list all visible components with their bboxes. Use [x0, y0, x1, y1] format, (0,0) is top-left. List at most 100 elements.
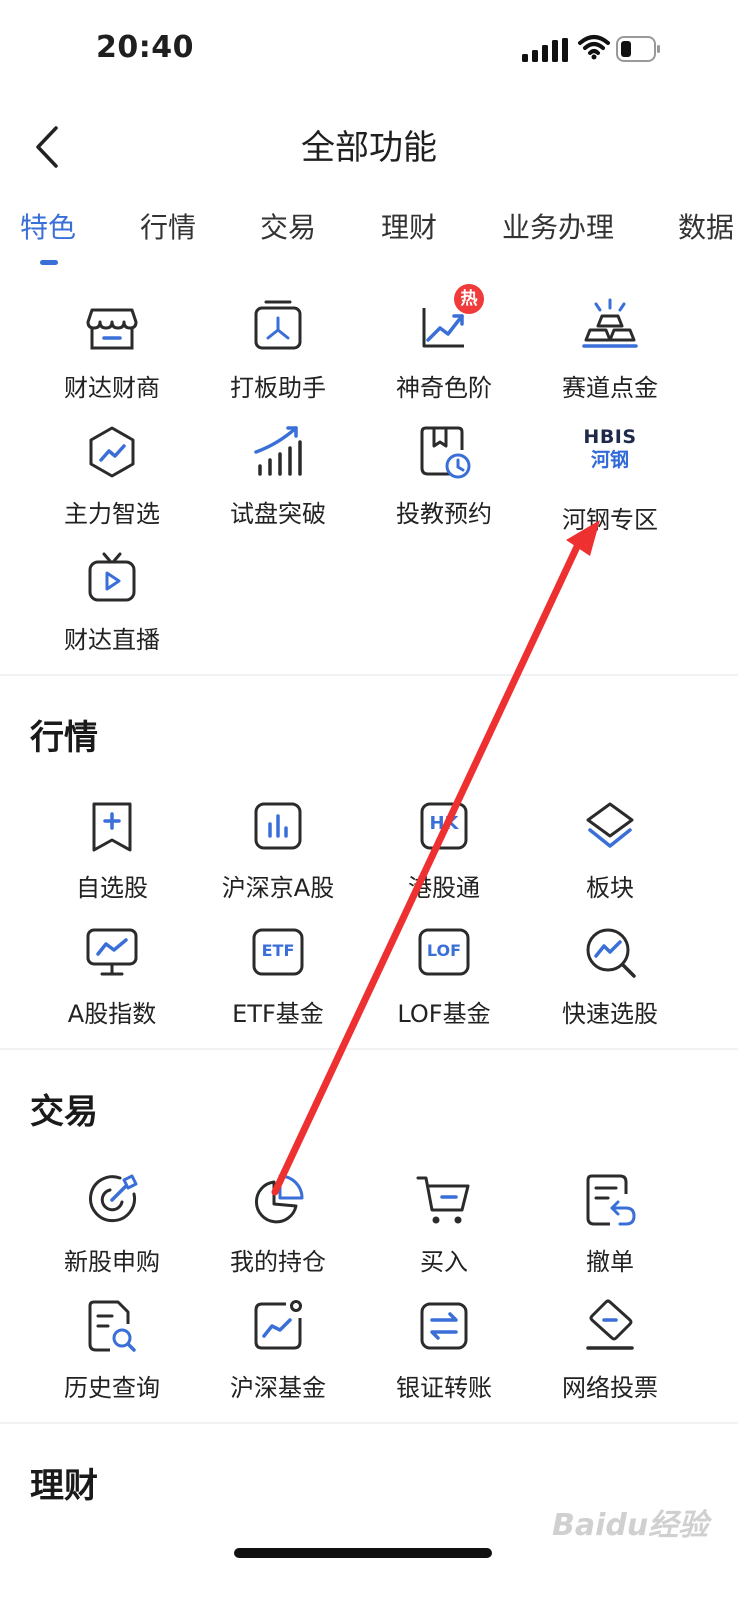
ipo-target-icon [89, 1174, 138, 1223]
status-time: 20:40 [96, 30, 194, 65]
vote-tag-icon [586, 1299, 634, 1350]
hk-icon: HK [414, 796, 474, 856]
tab-market[interactable]: 行情 [140, 206, 196, 246]
cart-icon [416, 1176, 470, 1224]
market-item-etf[interactable]: ETF ETF基金 [193, 922, 363, 1029]
trade-label: 我的持仓 [230, 1248, 326, 1276]
section-title-trade: 交易 [30, 1092, 98, 1132]
trade-label: 新股申购 [64, 1248, 160, 1276]
tab-finance[interactable]: 理财 [381, 206, 437, 246]
etf-icon: ETF [248, 922, 308, 982]
market-item-a-shares[interactable]: 沪深京A股 [193, 796, 363, 903]
document-undo-icon [586, 1174, 636, 1226]
market-label: A股指数 [67, 1000, 157, 1028]
trade-label: 撤单 [586, 1248, 634, 1276]
feature-label: 试盘突破 [230, 500, 326, 528]
feature-item-shipan-tupo[interactable]: 试盘突破 [193, 422, 363, 529]
tab-featured[interactable]: 特色 [20, 206, 76, 246]
tab-data[interactable]: 数据 [678, 206, 734, 246]
feature-item-caida-zhibo[interactable]: 财达直播 [27, 548, 197, 655]
trade-item-ipo[interactable]: 新股申购 [27, 1170, 197, 1277]
market-item-sectors[interactable]: 板块 [525, 796, 695, 903]
hbis-logo-text: HBIS [583, 426, 637, 448]
market-label: LOF基金 [397, 1000, 491, 1028]
market-item-watchlist[interactable]: 自选股 [27, 796, 197, 903]
status-bar: 20:40 [0, 0, 738, 100]
category-tabs: 特色 行情 交易 理财 业务办理 数据 [0, 196, 738, 276]
market-item-quick-screen[interactable]: 快速选股 [525, 922, 695, 1029]
document-search-icon [88, 1300, 136, 1352]
hk-icon-text: HK [429, 813, 459, 834]
gold-bar-icon [582, 298, 638, 348]
cellular-signal-icon [522, 38, 568, 62]
watermark: Baidu经验 [552, 1508, 709, 1543]
board-helper-icon [254, 300, 302, 350]
feature-item-hegang-zhuanqu[interactable]: HBIS 河钢 河钢专区 [525, 422, 695, 535]
trade-item-bank-transfer[interactable]: 银证转账 [359, 1296, 529, 1403]
active-tab-indicator [40, 260, 58, 265]
section-divider [0, 674, 738, 676]
market-label: 板块 [586, 874, 634, 902]
etf-icon-text: ETF [261, 941, 295, 960]
trade-label: 网络投票 [562, 1374, 658, 1402]
wifi-icon [578, 35, 610, 60]
trade-item-buy[interactable]: 买入 [359, 1170, 529, 1277]
fund-chart-icon [254, 1300, 302, 1350]
bar-chart-icon [254, 802, 302, 850]
trade-item-positions[interactable]: 我的持仓 [193, 1170, 363, 1277]
tab-trade[interactable]: 交易 [260, 206, 316, 246]
feature-item-caida-caishang[interactable]: 财达财商 [27, 296, 197, 403]
feature-label: 河钢专区 [562, 506, 658, 534]
trade-item-online-vote[interactable]: 网络投票 [525, 1296, 695, 1403]
feature-item-daban-zhushou[interactable]: 打板助手 [193, 296, 363, 403]
trade-item-cancel-order[interactable]: 撤单 [525, 1170, 695, 1277]
lof-icon-text: LOF [426, 941, 462, 960]
feature-item-toujiao-yuyue[interactable]: 投教预约 [359, 422, 529, 529]
bookmark-plus-icon [92, 802, 132, 852]
bar-growth-icon [254, 426, 302, 476]
market-label: 自选股 [76, 874, 148, 902]
monitor-chart-icon [86, 928, 138, 976]
feature-label: 主力智选 [64, 500, 160, 528]
trade-item-history[interactable]: 历史查询 [27, 1296, 197, 1403]
trade-label: 银证转账 [396, 1374, 492, 1402]
trade-label: 历史查询 [64, 1374, 160, 1402]
book-clock-icon [420, 426, 471, 479]
page-title: 全部功能 [301, 128, 437, 168]
hbis-logo-icon: HBIS 河钢 [580, 428, 640, 488]
trend-chart-wrapper: 热 [414, 284, 484, 356]
feature-label: 打板助手 [230, 374, 326, 402]
section-divider [0, 1048, 738, 1050]
trade-label: 沪深基金 [230, 1374, 326, 1402]
market-item-hk-connect[interactable]: HK 港股通 [359, 796, 529, 903]
section-title-market: 行情 [30, 718, 98, 758]
hbis-logo-sub: 河钢 [590, 449, 629, 471]
hot-badge: 热 [454, 284, 484, 314]
market-label: 沪深京A股 [221, 874, 335, 902]
market-label: 快速选股 [562, 1000, 658, 1028]
transfer-icon [420, 1302, 468, 1350]
trade-item-fund[interactable]: 沪深基金 [193, 1296, 363, 1403]
navigation-bar: 全部功能 [0, 110, 738, 180]
tv-play-icon [88, 552, 136, 602]
lof-icon: LOF [414, 922, 474, 982]
market-item-lof[interactable]: LOF LOF基金 [359, 922, 529, 1029]
tab-business[interactable]: 业务办理 [502, 206, 614, 246]
feature-label: 投教预约 [396, 500, 492, 528]
feature-item-shenqi-sejie[interactable]: 热 神奇色阶 [359, 284, 529, 403]
trade-label: 买入 [420, 1248, 468, 1276]
feature-item-zhuli-zhixuan[interactable]: 主力智选 [27, 422, 197, 529]
home-indicator [234, 1548, 492, 1558]
market-label: 港股通 [408, 874, 480, 902]
section-title-finance: 理财 [30, 1466, 98, 1506]
feature-label: 财达财商 [64, 374, 160, 402]
layers-icon [586, 802, 634, 848]
feature-label: 财达直播 [64, 626, 160, 654]
hexagon-trend-icon [89, 426, 135, 478]
feature-item-saidao-dianjin[interactable]: 赛道点金 [525, 296, 695, 403]
feature-label: 赛道点金 [562, 374, 658, 402]
feature-label: 神奇色阶 [396, 374, 492, 402]
store-icon [86, 308, 138, 350]
section-divider [0, 1422, 738, 1424]
market-item-a-index[interactable]: A股指数 [27, 922, 197, 1029]
